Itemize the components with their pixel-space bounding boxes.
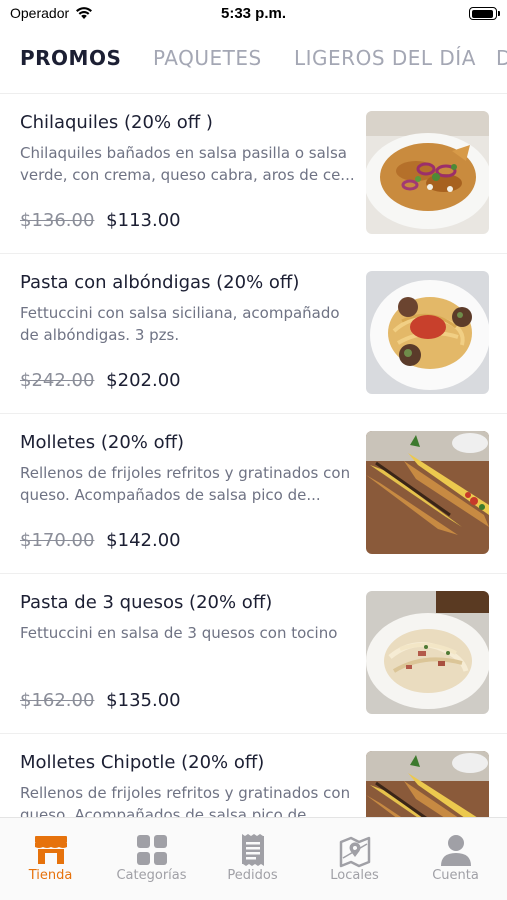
nav-label: Categorías [116, 868, 187, 883]
product-description: Chilaquiles bañados en salsa pasilla o s… [20, 144, 355, 184]
product-list[interactable]: Chilaquiles (20% off ) Chilaquiles bañad… [0, 94, 507, 817]
map-icon [339, 836, 371, 868]
grid-icon [137, 835, 167, 865]
nav-label: Cuenta [432, 868, 479, 883]
molletes-chipotle-photo [366, 751, 489, 817]
user-icon [441, 835, 471, 866]
product-item-molletes-chipotle[interactable]: Molletes Chipotle (20% off) Rellenos de … [0, 734, 507, 817]
old-price: $170.00 [20, 530, 95, 551]
old-price: $162.00 [20, 690, 95, 711]
product-title: Molletes Chipotle (20% off) [20, 752, 265, 773]
pasta-cheese-photo [366, 591, 489, 714]
tab-promos[interactable]: PROMOS [20, 46, 121, 70]
product-description: Fettuccini con salsa siciliana, acompaña… [20, 304, 340, 344]
product-title: Molletes (20% off) [20, 432, 185, 453]
product-item-molletes[interactable]: Molletes (20% off) Rellenos de frijoles … [0, 414, 507, 574]
tab-ligeros-del-dia[interactable]: LIGEROS DEL DÍA [294, 46, 476, 70]
nav-label: Tienda [28, 868, 73, 883]
battery-level [471, 9, 494, 18]
nav-pedidos[interactable]: Pedidos [202, 818, 303, 900]
product-item-chilaquiles[interactable]: Chilaquiles (20% off ) Chilaquiles bañad… [0, 94, 507, 254]
store-icon [35, 836, 67, 864]
molletes-photo [366, 431, 489, 554]
product-item-pasta-3-quesos[interactable]: Pasta de 3 quesos (20% off) Fettuccini e… [0, 574, 507, 734]
chilaquiles-photo [366, 111, 489, 234]
nav-label: Locales [330, 868, 379, 883]
product-title: Chilaquiles (20% off ) [20, 112, 213, 133]
nav-categorias[interactable]: Categorías [101, 818, 202, 900]
status-time: 5:33 p.m. [220, 5, 287, 22]
price-row: $170.00 $142.00 [20, 530, 181, 551]
nav-cuenta[interactable]: Cuenta [405, 818, 506, 900]
current-price: $135.00 [106, 690, 181, 711]
product-title: Pasta de 3 quesos (20% off) [20, 592, 273, 613]
nav-label: Pedidos [227, 868, 278, 883]
battery-icon [469, 7, 500, 20]
product-description: Rellenos de frijoles refritos y gratinad… [20, 784, 351, 817]
product-description: Fettuccini en salsa de 3 quesos con toci… [20, 624, 338, 642]
status-bar: Operador 5:33 p.m. [0, 0, 507, 30]
nav-tienda[interactable]: Tienda [0, 818, 101, 900]
price-row: $242.00 $202.00 [20, 370, 181, 391]
product-description: Rellenos de frijoles refritos y gratinad… [20, 464, 351, 504]
current-price: $113.00 [106, 210, 181, 231]
price-row: $136.00 $113.00 [20, 210, 181, 231]
product-title: Pasta con albóndigas (20% off) [20, 272, 300, 293]
receipt-icon [242, 834, 264, 866]
current-price: $142.00 [106, 530, 181, 551]
bottom-nav: Tienda Categorías Pedidos Locales Cuenta [0, 817, 507, 900]
category-tabs: PROMOS PAQUETES LIGEROS DEL DÍA D [0, 40, 507, 80]
pasta-meatballs-photo [366, 271, 489, 394]
old-price: $136.00 [20, 210, 95, 231]
old-price: $242.00 [20, 370, 95, 391]
nav-locales[interactable]: Locales [304, 818, 405, 900]
tab-next[interactable]: D [496, 46, 507, 70]
price-row: $162.00 $135.00 [20, 690, 181, 711]
product-item-pasta-albondigas[interactable]: Pasta con albóndigas (20% off) Fettuccin… [0, 254, 507, 414]
tab-paquetes[interactable]: PAQUETES [153, 46, 262, 70]
current-price: $202.00 [106, 370, 181, 391]
